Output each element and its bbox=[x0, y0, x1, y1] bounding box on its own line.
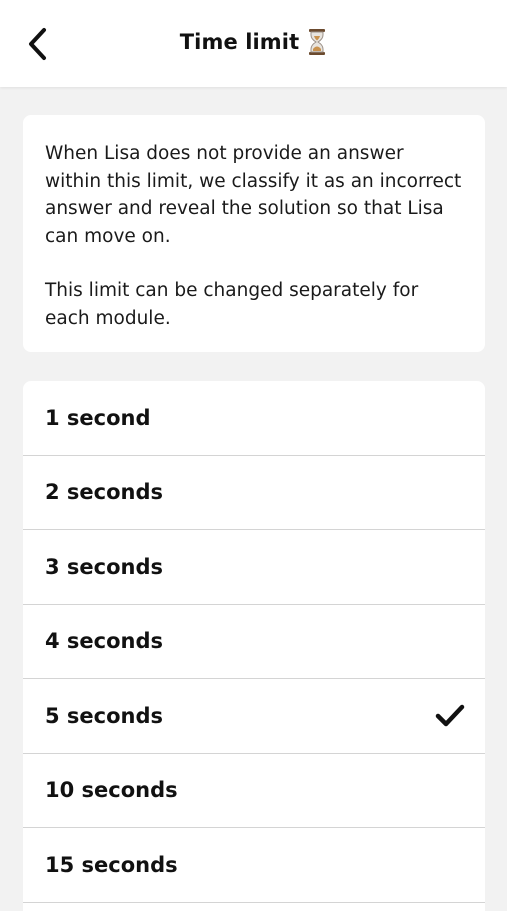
checkmark-icon bbox=[435, 704, 465, 728]
option-label: 3 seconds bbox=[45, 554, 164, 579]
option-label: 15 seconds bbox=[45, 852, 178, 877]
option-3-seconds[interactable]: 3 seconds bbox=[23, 530, 485, 605]
page-title-group: Time limit bbox=[0, 26, 507, 58]
info-paragraph-2: This limit can be changed separately for… bbox=[45, 280, 419, 329]
option-5-seconds[interactable]: 5 seconds bbox=[23, 679, 485, 754]
option-10-seconds[interactable]: 10 seconds bbox=[23, 754, 485, 828]
option-label: 4 seconds bbox=[45, 629, 164, 654]
info-card: When Lisa does not provide an answer wit… bbox=[23, 115, 485, 352]
option-2-seconds[interactable]: 2 seconds bbox=[23, 456, 485, 530]
option-4-seconds[interactable]: 4 seconds bbox=[23, 605, 485, 679]
time-limit-options-list: 1 second 2 seconds 3 seconds 4 seconds 5… bbox=[23, 381, 485, 911]
page-title: Time limit bbox=[179, 30, 300, 54]
option-1-second[interactable]: 1 second bbox=[23, 381, 485, 456]
option-label: 2 seconds bbox=[45, 480, 164, 505]
option-label: 1 second bbox=[45, 405, 151, 430]
top-app-bar: Time limit bbox=[0, 0, 507, 87]
option-15-seconds[interactable]: 15 seconds bbox=[23, 828, 485, 903]
info-paragraph-1: When Lisa does not provide an answer wit… bbox=[45, 143, 462, 247]
option-label: 5 seconds bbox=[45, 703, 164, 728]
hourglass-icon bbox=[307, 28, 327, 56]
option-label: 10 seconds bbox=[45, 778, 178, 803]
